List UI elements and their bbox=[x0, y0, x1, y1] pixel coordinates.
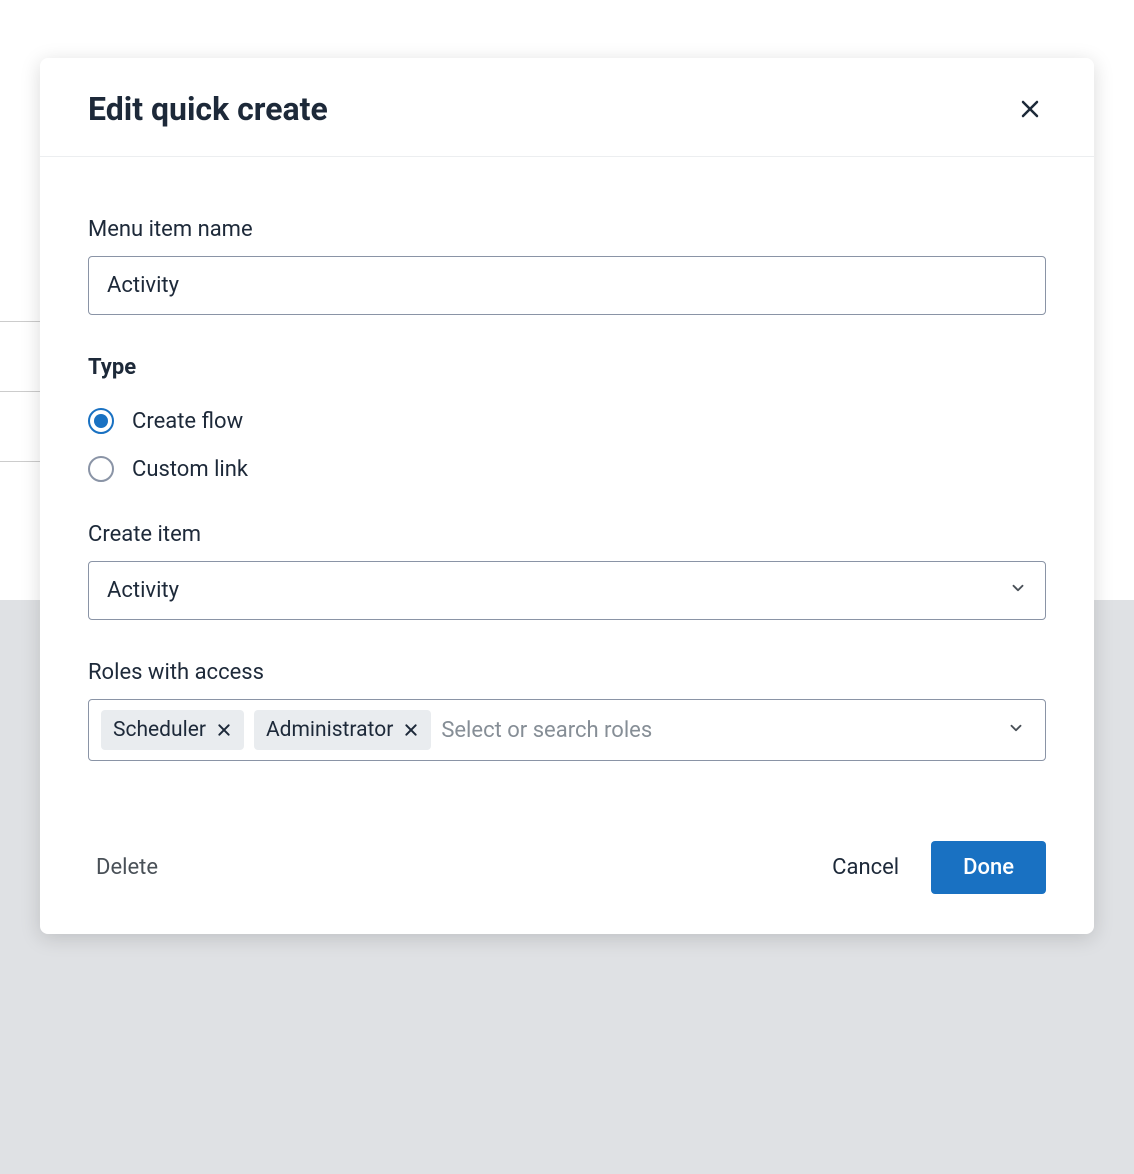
radio-custom-link[interactable]: Custom link bbox=[88, 456, 1046, 482]
roles-multi-select[interactable]: Scheduler Administrator bbox=[88, 699, 1046, 761]
menu-item-name-label: Menu item name bbox=[88, 217, 1046, 242]
radio-create-flow-label: Create flow bbox=[132, 409, 243, 434]
modal-footer: Delete Cancel Done bbox=[40, 841, 1094, 934]
delete-button[interactable]: Delete bbox=[88, 841, 166, 894]
remove-tag-button[interactable] bbox=[216, 722, 232, 738]
role-tag-label: Scheduler bbox=[113, 718, 206, 742]
role-tag-scheduler: Scheduler bbox=[101, 710, 244, 750]
type-radio-group: Create flow Custom link bbox=[88, 408, 1046, 482]
radio-create-flow[interactable]: Create flow bbox=[88, 408, 1046, 434]
type-group: Type Create flow Custom link bbox=[88, 355, 1046, 482]
modal-header: Edit quick create bbox=[40, 58, 1094, 157]
radio-dot-icon bbox=[94, 414, 108, 428]
background-divider bbox=[0, 392, 40, 462]
role-tag-label: Administrator bbox=[266, 718, 393, 742]
close-icon bbox=[216, 722, 232, 738]
create-item-label: Create item bbox=[88, 522, 1046, 547]
radio-custom-link-label: Custom link bbox=[132, 457, 248, 482]
close-icon bbox=[1018, 97, 1042, 121]
edit-quick-create-modal: Edit quick create Menu item name Type Cr… bbox=[40, 58, 1094, 934]
done-button[interactable]: Done bbox=[931, 841, 1046, 894]
create-item-group: Create item Activity bbox=[88, 522, 1046, 620]
create-item-value: Activity bbox=[107, 578, 179, 603]
menu-item-name-input[interactable] bbox=[88, 256, 1046, 315]
roles-with-access-group: Roles with access Scheduler Administrato… bbox=[88, 660, 1046, 761]
remove-tag-button[interactable] bbox=[403, 722, 419, 738]
modal-title: Edit quick create bbox=[88, 90, 328, 128]
type-label: Type bbox=[88, 355, 1046, 380]
chevron-down-icon bbox=[1009, 578, 1027, 603]
create-item-select[interactable]: Activity bbox=[88, 561, 1046, 620]
cancel-button[interactable]: Cancel bbox=[808, 841, 923, 894]
role-tag-administrator: Administrator bbox=[254, 710, 431, 750]
menu-item-name-group: Menu item name bbox=[88, 217, 1046, 315]
radio-circle-icon bbox=[88, 408, 114, 434]
roles-placeholder: Select or search roles bbox=[441, 718, 997, 743]
modal-body: Menu item name Type Create flow Custom l… bbox=[40, 157, 1094, 801]
close-icon bbox=[403, 722, 419, 738]
background-divider bbox=[0, 322, 40, 392]
radio-circle-icon bbox=[88, 456, 114, 482]
chevron-down-icon bbox=[1007, 719, 1033, 741]
close-button[interactable] bbox=[1014, 93, 1046, 125]
background-divider bbox=[0, 252, 40, 322]
roles-with-access-label: Roles with access bbox=[88, 660, 1046, 685]
